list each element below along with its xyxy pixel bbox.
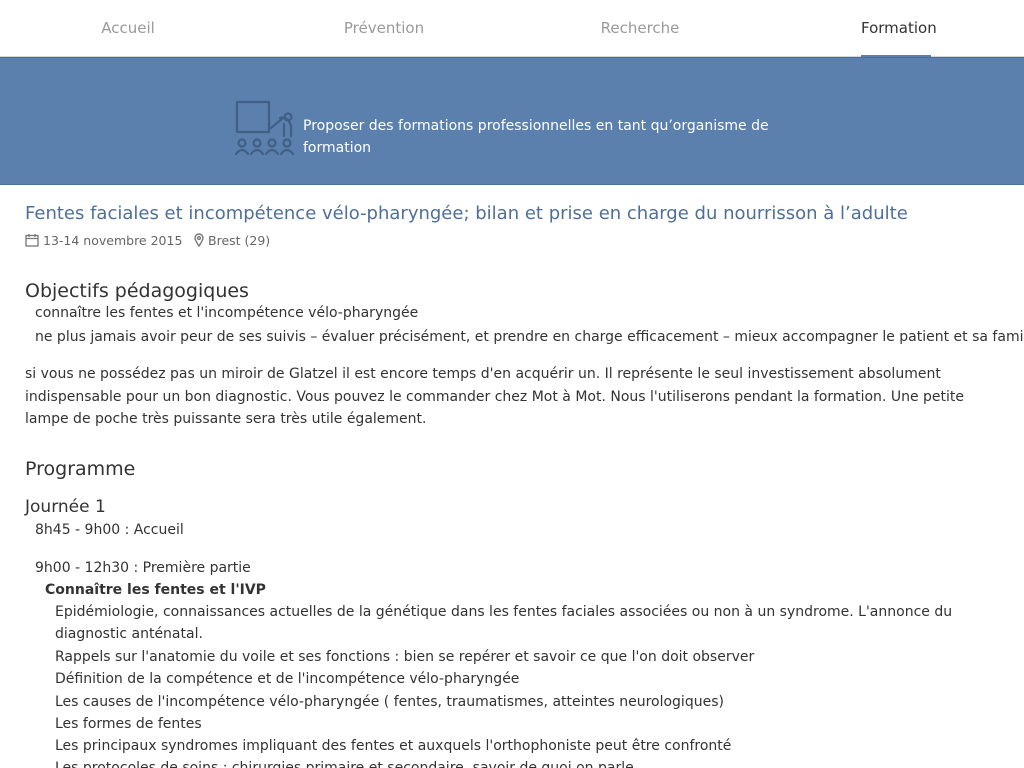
programme-item: Epidémiologie, connaissances actuelles d… bbox=[55, 604, 953, 642]
course-location: Brest (29) bbox=[194, 231, 270, 249]
programme-item: Définition de la compétence et de l'inco… bbox=[55, 671, 520, 687]
course-title: Fentes faciales et incompétence vélo-pha… bbox=[25, 203, 908, 224]
section-heading: Connaître les fentes et l'IVP bbox=[45, 582, 266, 598]
tab-accueil[interactable]: Accueil bbox=[88, 0, 168, 57]
programme-item: Les protocoles de soins : chirurgies pri… bbox=[55, 760, 634, 768]
programme-item: Les formes de fentes bbox=[55, 716, 202, 732]
banner: Proposer des formations professionnelles… bbox=[0, 57, 1024, 185]
objective-item: connaître les fentes et l'incompétence v… bbox=[35, 305, 419, 321]
programme-heading: Programme bbox=[25, 458, 136, 480]
map-marker-icon bbox=[194, 233, 204, 247]
banner-text: Proposer des formations professionnelles… bbox=[303, 118, 769, 156]
course-date-text: 13-14 novembre 2015 bbox=[43, 232, 183, 248]
objective-item: ne plus jamais avoir peur de ses suivis … bbox=[35, 329, 1024, 345]
calendar-icon bbox=[25, 234, 39, 247]
course-date: 13-14 novembre 2015 bbox=[25, 231, 182, 249]
programme-item: Les causes de l'incompétence vélo-pharyn… bbox=[55, 694, 724, 710]
top-nav: Accueil Prévention Recherche Formation bbox=[0, 0, 1024, 58]
tab-formation[interactable]: Formation bbox=[861, 0, 937, 58]
programme-item: Les principaux syndromes impliquant des … bbox=[55, 738, 732, 754]
objectives-heading: Objectifs pédagogiques bbox=[25, 280, 249, 302]
equipment-note: si vous ne possédez pas un miroir de Gla… bbox=[25, 366, 964, 427]
tab-prevention[interactable]: Prévention bbox=[338, 0, 430, 57]
course-location-text: Brest (29) bbox=[208, 232, 271, 248]
schedule-welcome: 8h45 - 9h00 : Accueil bbox=[35, 522, 184, 538]
programme-item: Rappels sur l'anatomie du voile et ses f… bbox=[55, 649, 755, 665]
day-1-heading: Journée 1 bbox=[25, 497, 106, 517]
schedule-part-1: 9h00 - 12h30 : Première partie bbox=[35, 560, 251, 576]
training-classroom-icon bbox=[235, 100, 295, 156]
tab-recherche[interactable]: Recherche bbox=[596, 0, 684, 57]
